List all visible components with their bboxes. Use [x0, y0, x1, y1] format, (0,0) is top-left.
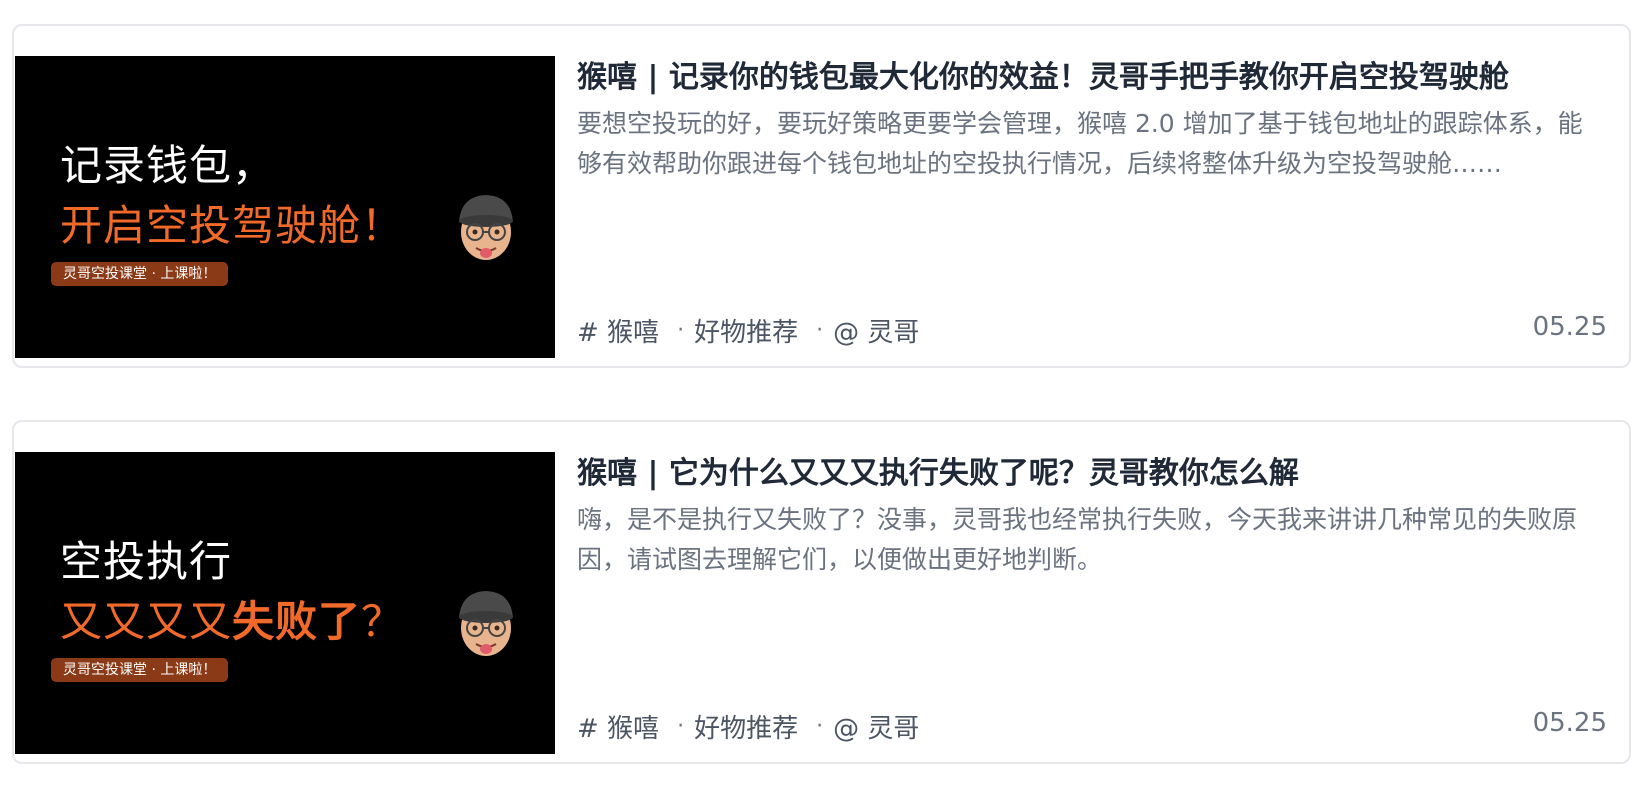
memoji-avatar-icon	[459, 195, 513, 260]
thumbnail-headline-part-c: ？	[361, 597, 405, 646]
author-link[interactable]: @ 灵哥	[833, 708, 919, 745]
article-meta: # 猴嘻 · 好物推荐 · @ 灵哥	[577, 708, 919, 745]
meta-separator: ·	[816, 318, 824, 343]
article-thumbnail[interactable]: 记录钱包， 开启空投驾驶舱！ 灵哥空投课堂 · 上课啦！	[15, 56, 555, 358]
author-link[interactable]: @ 灵哥	[833, 312, 919, 349]
category-link[interactable]: 好物推荐	[694, 708, 798, 745]
thumbnail-headline-part-a: 又又又又	[60, 597, 233, 646]
article-meta: # 猴嘻 · 好物推荐 · @ 灵哥	[577, 312, 919, 349]
article-summary: 嗨，是不是执行又失败了？没事，灵哥我也经常执行失败，今天我来讲讲几种常见的失败原…	[577, 505, 1578, 574]
thumbnail-headline-line1: 空投执行	[60, 537, 233, 586]
meta-separator: ·	[677, 714, 685, 739]
article-card[interactable]: 记录钱包， 开启空投驾驶舱！ 灵哥空投课堂 · 上课啦！ 猴嘻 | 记录你的钱包…	[12, 24, 1631, 368]
article-title[interactable]: 猴嘻 | 它为什么又又又执行失败了呢？灵哥教你怎么解	[577, 448, 1299, 492]
article-list: 记录钱包， 开启空投驾驶舱！ 灵哥空投课堂 · 上课啦！ 猴嘻 | 记录你的钱包…	[0, 0, 1643, 799]
tag-link[interactable]: # 猴嘻	[577, 708, 659, 745]
thumbnail-headline-part-b: 失败了	[232, 597, 362, 646]
article-summary: 要想空投玩的好，要玩好策略更要学会管理，猴嘻 2.0 增加了基于钱包地址的跟踪体…	[577, 109, 1583, 178]
article-date: 05.25	[1532, 312, 1607, 342]
tag-link[interactable]: # 猴嘻	[577, 312, 659, 349]
meta-separator: ·	[677, 318, 685, 343]
thumbnail-course-pill: 灵哥空投课堂 · 上课啦！	[51, 262, 229, 286]
thumbnail-headline-line1: 记录钱包，	[60, 141, 276, 190]
article-thumbnail[interactable]: 空投执行 又又又又失败了？ 灵哥空投课堂 · 上课啦！	[15, 452, 555, 754]
category-link[interactable]: 好物推荐	[694, 312, 798, 349]
article-title[interactable]: 猴嘻 | 记录你的钱包最大化你的效益！灵哥手把手教你开启空投驾驶舱	[577, 52, 1509, 96]
article-card[interactable]: 空投执行 又又又又失败了？ 灵哥空投课堂 · 上课啦！ 猴嘻 | 它为什么又又又…	[12, 420, 1631, 764]
thumbnail-headline-line2: 又又又又失败了？	[60, 588, 404, 649]
article-date: 05.25	[1532, 708, 1607, 738]
thumbnail-headline-line2: 开启空投驾驶舱！	[60, 201, 405, 250]
meta-separator: ·	[816, 714, 824, 739]
thumbnail-course-pill: 灵哥空投课堂 · 上课啦！	[51, 658, 229, 682]
memoji-avatar-icon	[459, 591, 513, 656]
